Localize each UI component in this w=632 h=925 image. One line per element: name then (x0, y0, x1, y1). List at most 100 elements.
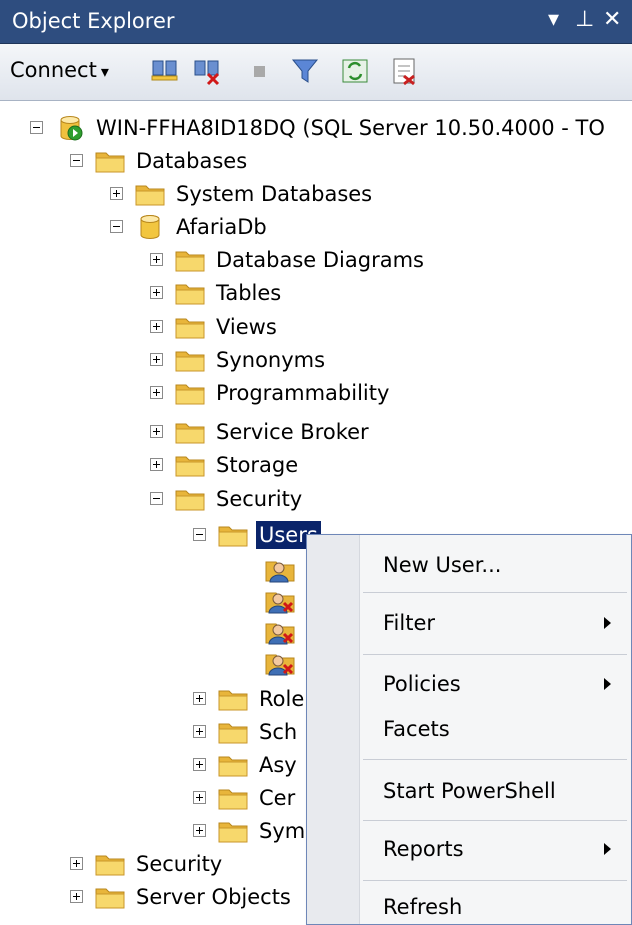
expand-icon[interactable] (150, 386, 163, 399)
object-explorer-toolbar: Connect ▾ (0, 44, 632, 101)
menu-item-start-powershell[interactable]: Start PowerShell (383, 779, 556, 803)
disabled-user-icon (265, 650, 295, 676)
expand-icon[interactable] (150, 425, 163, 438)
tree-node-asymmetric-keys[interactable]: Asy (193, 748, 300, 781)
expand-icon[interactable] (150, 253, 163, 266)
folder-icon (175, 247, 205, 273)
submenu-arrow-icon (604, 678, 611, 690)
expand-icon[interactable] (150, 286, 163, 299)
filter-icon[interactable] (290, 56, 320, 86)
tree-node-users[interactable]: Users (193, 518, 322, 551)
tree-node-label: Views (216, 314, 277, 339)
tree-node-label: Programmability (216, 380, 390, 405)
folder-icon (175, 419, 205, 445)
tree-node-label: Database Diagrams (216, 247, 424, 272)
expand-icon[interactable] (150, 458, 163, 471)
tree-node-user[interactable] (265, 584, 303, 617)
folder-icon (175, 452, 205, 478)
tree-node-label: Tables (216, 280, 282, 305)
tree-node-label: Asy (259, 752, 297, 777)
tree-node-label: Security (136, 851, 223, 876)
collapse-icon[interactable] (30, 121, 43, 134)
expand-icon[interactable] (110, 187, 123, 200)
expand-icon[interactable] (193, 791, 206, 804)
tree-node-label: Role (259, 686, 305, 711)
tree-node-security-db[interactable]: Security (150, 482, 305, 515)
tree-node-security-server[interactable]: Security (70, 847, 225, 880)
expand-icon[interactable] (150, 353, 163, 366)
expand-icon[interactable] (70, 857, 83, 870)
tree-node-label: Server Objects (136, 884, 291, 909)
pin-icon[interactable]: ⊥ (575, 5, 594, 35)
folder-icon (175, 314, 205, 340)
menu-item-new-user[interactable]: New User... (383, 553, 501, 577)
tree-node-label: Sch (259, 719, 298, 744)
tree-node-server[interactable]: WIN-FFHA8ID18DQ (SQL Server 10.50.4000 -… (30, 111, 608, 144)
tree-node-database-diagrams[interactable]: Database Diagrams (150, 243, 427, 276)
tree-node-certificates[interactable]: Cer (193, 781, 298, 814)
object-explorer-titlebar: Object Explorer ▾ ⊥ ✕ (0, 0, 632, 44)
tree-node-views[interactable]: Views (150, 310, 280, 343)
tree-node-label: Cer (259, 785, 296, 810)
tree-node-symmetric-keys[interactable]: Sym (193, 814, 308, 847)
tree-node-tables[interactable]: Tables (150, 276, 284, 309)
tree-node-label: Security (216, 486, 303, 511)
expand-icon[interactable] (193, 758, 206, 771)
collapse-icon[interactable] (193, 528, 206, 541)
tree-node-label: AfariaDb (176, 214, 267, 239)
tree-node-storage[interactable]: Storage (150, 448, 301, 481)
tree-node-label: System Databases (176, 181, 373, 206)
folder-icon (175, 347, 205, 373)
tree-node-server-objects[interactable]: Server Objects (70, 880, 294, 913)
folder-icon (175, 380, 205, 406)
tree-node-label: Synonyms (216, 347, 326, 372)
expand-icon[interactable] (70, 890, 83, 903)
collapse-icon[interactable] (110, 220, 123, 233)
menu-separator (363, 820, 627, 821)
folder-icon (218, 522, 248, 548)
menu-item-reports[interactable]: Reports (383, 837, 464, 861)
connect-button[interactable]: Connect ▾ (10, 58, 109, 82)
tree-node-label: Sym (259, 818, 306, 843)
expand-icon[interactable] (193, 692, 206, 705)
stop-icon[interactable] (245, 56, 275, 86)
tree-node-user[interactable] (265, 646, 303, 679)
tree-node-schemas[interactable]: Sch (193, 715, 300, 748)
collapse-icon[interactable] (150, 492, 163, 505)
tree-node-user[interactable] (265, 615, 303, 648)
tree-node-label: Storage (216, 452, 299, 477)
disconnect-icon[interactable] (192, 56, 222, 86)
tree-node-databases[interactable]: Databases (70, 144, 250, 177)
submenu-arrow-icon (604, 843, 611, 855)
refresh-icon[interactable] (340, 56, 370, 86)
folder-icon (218, 785, 248, 811)
connect-object-explorer-icon[interactable] (150, 56, 180, 86)
tree-node-user[interactable] (265, 553, 303, 586)
tree-node-programmability[interactable]: Programmability (150, 376, 392, 409)
tree-node-label: Databases (136, 148, 248, 173)
tree-node-afariadb[interactable]: AfariaDb (110, 210, 270, 243)
connect-dropdown-arrow-icon: ▾ (100, 62, 109, 81)
activity-monitor-icon[interactable] (390, 56, 420, 86)
tree-node-synonyms[interactable]: Synonyms (150, 343, 328, 376)
expand-icon[interactable] (193, 725, 206, 738)
window-position-dropdown-icon[interactable]: ▾ (548, 5, 559, 35)
submenu-arrow-icon (604, 617, 611, 629)
menu-separator (363, 880, 627, 881)
folder-icon (218, 686, 248, 712)
menu-item-policies[interactable]: Policies (383, 672, 461, 696)
tree-node-label: WIN-FFHA8ID18DQ (SQL Server 10.50.4000 -… (96, 115, 605, 140)
tree-node-service-broker[interactable]: Service Broker (150, 415, 372, 448)
menu-item-facets[interactable]: Facets (383, 717, 450, 741)
menu-item-filter[interactable]: Filter (383, 611, 435, 635)
close-icon[interactable]: ✕ (603, 5, 621, 35)
menu-item-refresh[interactable]: Refresh (383, 895, 462, 919)
user-icon (265, 557, 295, 583)
expand-icon[interactable] (150, 320, 163, 333)
tree-node-roles[interactable]: Role (193, 682, 307, 715)
folder-icon (218, 719, 248, 745)
expand-icon[interactable] (193, 824, 206, 837)
collapse-icon[interactable] (70, 154, 83, 167)
folder-icon (218, 818, 248, 844)
tree-node-system-databases[interactable]: System Databases (110, 177, 375, 210)
